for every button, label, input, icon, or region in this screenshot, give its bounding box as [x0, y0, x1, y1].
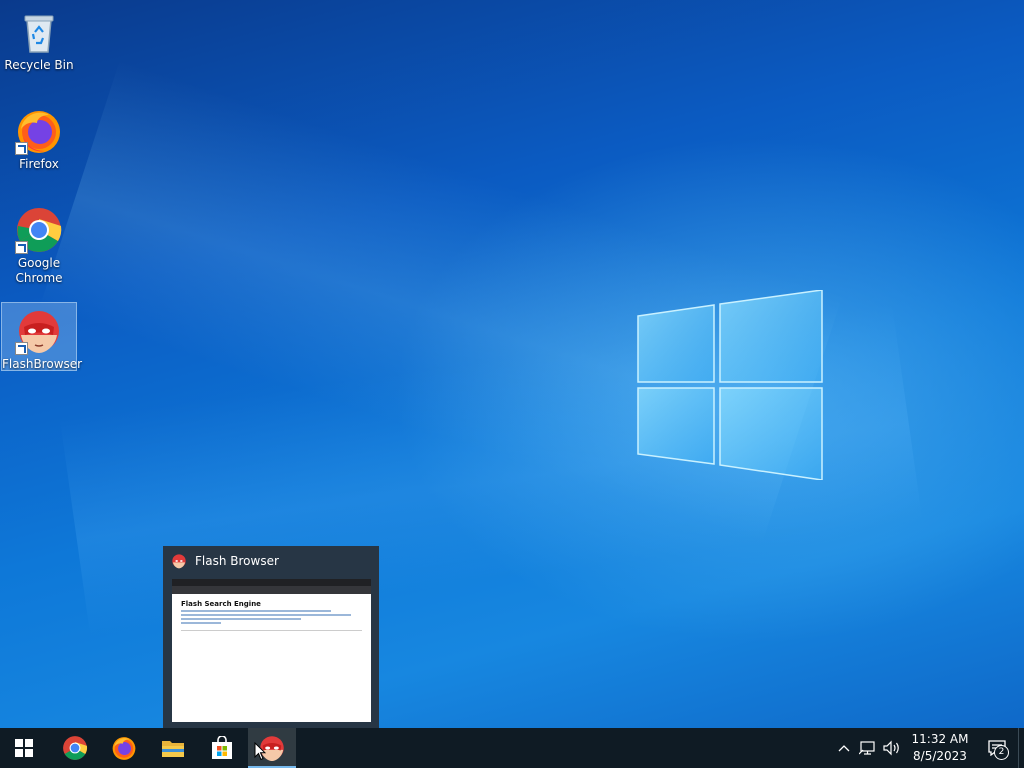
preview-header: Flash Browser — [163, 546, 379, 576]
clock-time: 11:32 AM — [911, 732, 969, 746]
desktop-icon-label: Recycle Bin — [4, 58, 74, 72]
taskbar-firefox-button[interactable] — [100, 728, 148, 768]
network-button[interactable] — [856, 728, 880, 768]
windows-start-icon — [15, 739, 33, 757]
windows-logo-wallpaper — [637, 290, 823, 480]
action-center-button[interactable]: 2 — [976, 728, 1018, 768]
desktop-icon-label: FlashBrowser — [2, 357, 83, 371]
microsoft-store-icon — [212, 736, 232, 759]
desktop-icon-flash-browser[interactable]: FlashBrowser — [1, 302, 83, 371]
thumbnail-heading: Flash Search Engine — [181, 600, 261, 608]
thumbnail-text-line — [181, 622, 221, 624]
desktop-icon-firefox[interactable]: Firefox — [2, 103, 76, 172]
system-tray: 11:32 AM 8/5/2023 2 — [832, 728, 1024, 768]
recycle-bin-icon — [15, 8, 63, 56]
taskbar-window-preview[interactable]: Flash Browser Flash Search Engine — [163, 546, 379, 728]
thumbnail-text-line — [181, 618, 301, 620]
chrome-icon — [15, 206, 63, 254]
preview-title: Flash Browser — [195, 554, 279, 568]
preview-thumbnail: Flash Search Engine — [172, 579, 371, 722]
firefox-icon — [112, 737, 136, 760]
speaker-icon — [883, 740, 899, 756]
taskbar-microsoft-store-button[interactable] — [198, 728, 246, 768]
mouse-cursor-icon — [254, 742, 266, 761]
thumbnail-text-line — [181, 610, 331, 612]
chevron-up-icon — [838, 745, 850, 752]
thumbnail-divider — [181, 630, 362, 631]
thumbnail-text-line — [181, 614, 351, 616]
taskbar-file-explorer-button[interactable] — [149, 728, 197, 768]
shortcut-arrow-icon — [15, 241, 28, 254]
shortcut-arrow-icon — [15, 142, 28, 155]
desktop-icon-label: Google Chrome — [15, 256, 63, 285]
network-icon — [859, 741, 875, 755]
show-desktop-button[interactable] — [1018, 728, 1024, 768]
flash-browser-icon — [172, 554, 186, 569]
taskbar-chrome-button[interactable] — [51, 728, 99, 768]
chrome-icon — [63, 736, 88, 760]
desktop-icon-google-chrome[interactable]: Google Chrome — [2, 202, 76, 286]
notification-count-badge: 2 — [994, 745, 1009, 760]
firefox-icon — [15, 107, 63, 155]
thumbnail-address-bar — [172, 586, 371, 594]
flash-browser-icon — [15, 307, 63, 355]
shortcut-arrow-icon — [15, 342, 28, 355]
show-hidden-icons-button[interactable] — [832, 728, 856, 768]
volume-button[interactable] — [880, 728, 904, 768]
start-button[interactable] — [0, 728, 48, 768]
file-explorer-icon — [162, 741, 184, 757]
clock-button[interactable]: 11:32 AM 8/5/2023 — [904, 731, 976, 765]
clock-date: 8/5/2023 — [913, 749, 967, 763]
thumbnail-titlebar — [172, 579, 371, 586]
desktop-icon-label: Firefox — [19, 157, 59, 171]
taskbar: 11:32 AM 8/5/2023 2 — [0, 728, 1024, 768]
desktop-icon-recycle-bin[interactable]: Recycle Bin — [2, 4, 76, 73]
